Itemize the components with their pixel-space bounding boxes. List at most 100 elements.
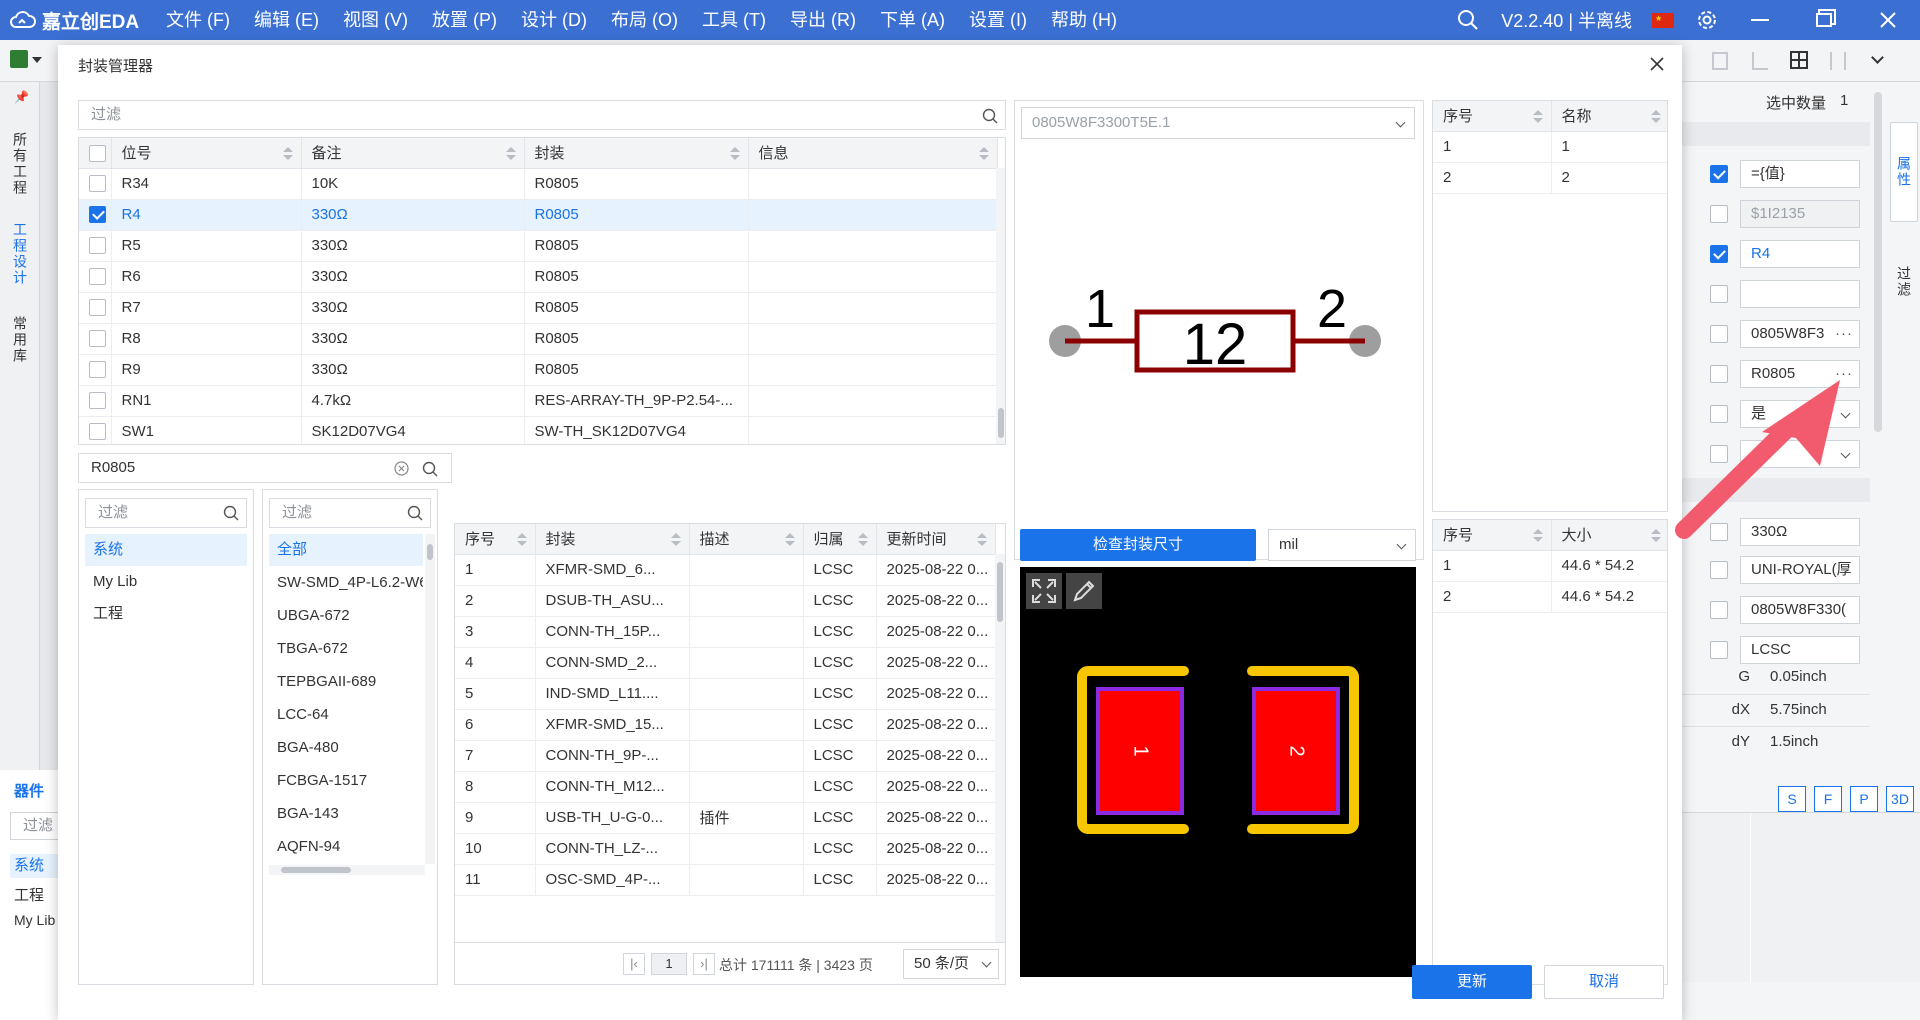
- align-bottom-icon[interactable]: [1752, 52, 1768, 70]
- fit-view-button[interactable]: [1026, 573, 1062, 609]
- footprint-row[interactable]: 2 DSUB-TH_ASU... LCSC 2025-08-22 0...: [455, 585, 996, 617]
- sort-icon[interactable]: [505, 147, 516, 160]
- menu-item-9[interactable]: 设置 (I): [957, 0, 1039, 40]
- check-footprint-size-button[interactable]: 检查封装尺寸: [1020, 529, 1256, 561]
- pad-row[interactable]: 1 44.6 * 54.2: [1433, 550, 1667, 582]
- pin-row[interactable]: 22: [1433, 162, 1667, 194]
- row-checkbox[interactable]: [89, 423, 106, 441]
- component-lib-system[interactable]: 系统: [10, 854, 60, 878]
- component-row[interactable]: R4 330Ω R0805: [79, 199, 998, 231]
- layer-button-f[interactable]: F: [1814, 786, 1842, 812]
- property-checkbox[interactable]: [1710, 601, 1728, 619]
- component-filter-input[interactable]: 过滤: [78, 100, 1006, 130]
- category-item[interactable]: AQFN-94: [269, 831, 423, 863]
- category-item[interactable]: BGA-143: [269, 798, 423, 830]
- menu-item-10[interactable]: 帮助 (H): [1039, 0, 1129, 40]
- symbol-select[interactable]: 0805W8F3300T5E.1: [1021, 107, 1415, 139]
- current-page[interactable]: 1: [651, 953, 687, 975]
- property-checkbox[interactable]: [1710, 245, 1728, 263]
- restore-button[interactable]: [1792, 0, 1856, 40]
- last-page-button[interactable]: ›|: [693, 953, 715, 975]
- menu-item-4[interactable]: 设计 (D): [509, 0, 599, 40]
- sort-icon[interactable]: [1532, 110, 1543, 123]
- distribute-icon[interactable]: [1830, 52, 1846, 70]
- category-scrollbar[interactable]: [425, 534, 435, 864]
- col-header[interactable]: 序号: [1433, 101, 1552, 132]
- footprint-row[interactable]: 9 USB-TH_U-G-0... 插件 LCSC 2025-08-22 0...: [455, 802, 996, 834]
- col-header[interactable]: 大小: [1551, 520, 1667, 551]
- property-value-input[interactable]: LCSC: [1740, 636, 1860, 664]
- component-lib-project[interactable]: 工程: [14, 884, 44, 905]
- footprint-row[interactable]: 4 CONN-SMD_2... LCSC 2025-08-22 0...: [455, 647, 996, 679]
- tab-all-projects[interactable]: 所有工程: [6, 132, 34, 199]
- sort-icon[interactable]: [784, 533, 795, 546]
- property-checkbox[interactable]: [1710, 325, 1728, 343]
- search-icon[interactable]: [982, 108, 998, 124]
- col-header[interactable]: 归属: [803, 524, 877, 555]
- pin-icon[interactable]: 📌: [14, 90, 29, 104]
- category-item[interactable]: TEPBGAII-689: [269, 666, 423, 698]
- library-item[interactable]: 系统: [85, 534, 247, 566]
- col-header-ref[interactable]: 位号: [111, 138, 302, 169]
- component-row[interactable]: R5 330Ω R0805: [79, 230, 998, 262]
- gear-icon[interactable]: [1696, 9, 1718, 31]
- minimize-button[interactable]: [1728, 0, 1792, 40]
- row-checkbox[interactable]: [89, 330, 106, 348]
- footprint-row[interactable]: 1 XFMR-SMD_6... LCSC 2025-08-22 0...: [455, 554, 996, 586]
- tab-properties[interactable]: 属性: [1890, 122, 1918, 222]
- components-scrollbar[interactable]: [996, 168, 1005, 444]
- property-value-input[interactable]: 0805W8F330(: [1740, 596, 1860, 624]
- row-checkbox[interactable]: [89, 268, 106, 286]
- property-value-input[interactable]: 0805W8F3 ···: [1740, 320, 1860, 348]
- menu-item-8[interactable]: 下单 (A): [868, 0, 957, 40]
- menu-item-5[interactable]: 布局 (O): [599, 0, 690, 40]
- category-item[interactable]: LCC-64: [269, 699, 423, 731]
- category-item[interactable]: TBGA-672: [269, 633, 423, 665]
- category-item[interactable]: 全部: [269, 534, 423, 566]
- library-item[interactable]: My Lib: [85, 566, 247, 598]
- sort-icon[interactable]: [976, 533, 987, 546]
- library-item[interactable]: 工程: [85, 598, 247, 630]
- menu-item-1[interactable]: 编辑 (E): [242, 0, 331, 40]
- dialog-close-button[interactable]: [1650, 51, 1664, 77]
- footprint-row[interactable]: 8 CONN-TH_M12... LCSC 2025-08-22 0...: [455, 771, 996, 803]
- row-checkbox[interactable]: [89, 299, 106, 317]
- new-project-icon[interactable]: [10, 50, 28, 68]
- category-hscrollbar[interactable]: [269, 865, 425, 875]
- col-header-note[interactable]: 备注: [301, 138, 525, 169]
- layer-button-3d[interactable]: 3D: [1886, 786, 1914, 812]
- row-checkbox[interactable]: [89, 175, 106, 193]
- select-all-checkbox[interactable]: [89, 144, 106, 162]
- row-checkbox[interactable]: [89, 361, 106, 379]
- category-item[interactable]: UBGA-672: [269, 600, 423, 632]
- property-value-input[interactable]: ={值}: [1740, 160, 1860, 188]
- first-page-button[interactable]: |‹: [623, 953, 645, 975]
- sort-icon[interactable]: [857, 533, 868, 546]
- property-checkbox[interactable]: [1710, 561, 1728, 579]
- sort-icon[interactable]: [1650, 110, 1661, 123]
- search-icon[interactable]: [422, 461, 438, 477]
- sort-icon[interactable]: [282, 147, 293, 160]
- footprint-row[interactable]: 3 CONN-TH_15P... LCSC 2025-08-22 0...: [455, 616, 996, 648]
- component-row[interactable]: R9 330Ω R0805: [79, 354, 998, 386]
- tab-common-library[interactable]: 常用库: [6, 316, 34, 367]
- col-header-footprint[interactable]: 封装: [524, 138, 749, 169]
- property-checkbox[interactable]: [1710, 205, 1728, 223]
- category-item[interactable]: FCBGA-1517: [269, 765, 423, 797]
- search-icon[interactable]: [223, 505, 239, 521]
- component-row[interactable]: SW1 SK12D07VG4 SW-TH_SK12D07VG4: [79, 416, 998, 444]
- col-header-info[interactable]: 信息: [748, 138, 998, 169]
- pad-row[interactable]: 2 44.6 * 54.2: [1433, 581, 1667, 613]
- menu-item-0[interactable]: 文件 (F): [154, 0, 242, 40]
- component-row[interactable]: R7 330Ω R0805: [79, 292, 998, 324]
- category-item[interactable]: BGA-480: [269, 732, 423, 764]
- chevron-down-icon[interactable]: [1871, 51, 1884, 64]
- close-window-button[interactable]: [1856, 0, 1920, 40]
- align-icon[interactable]: [1712, 52, 1728, 70]
- cancel-button[interactable]: 取消: [1544, 965, 1664, 999]
- search-icon[interactable]: [1457, 9, 1479, 31]
- search-icon[interactable]: [407, 505, 423, 521]
- layer-button-s[interactable]: S: [1778, 786, 1806, 812]
- component-filter-input[interactable]: 过滤: [10, 812, 60, 840]
- component-row[interactable]: RN1 4.7kΩ RES-ARRAY-TH_9P-P2.54-...: [79, 385, 998, 417]
